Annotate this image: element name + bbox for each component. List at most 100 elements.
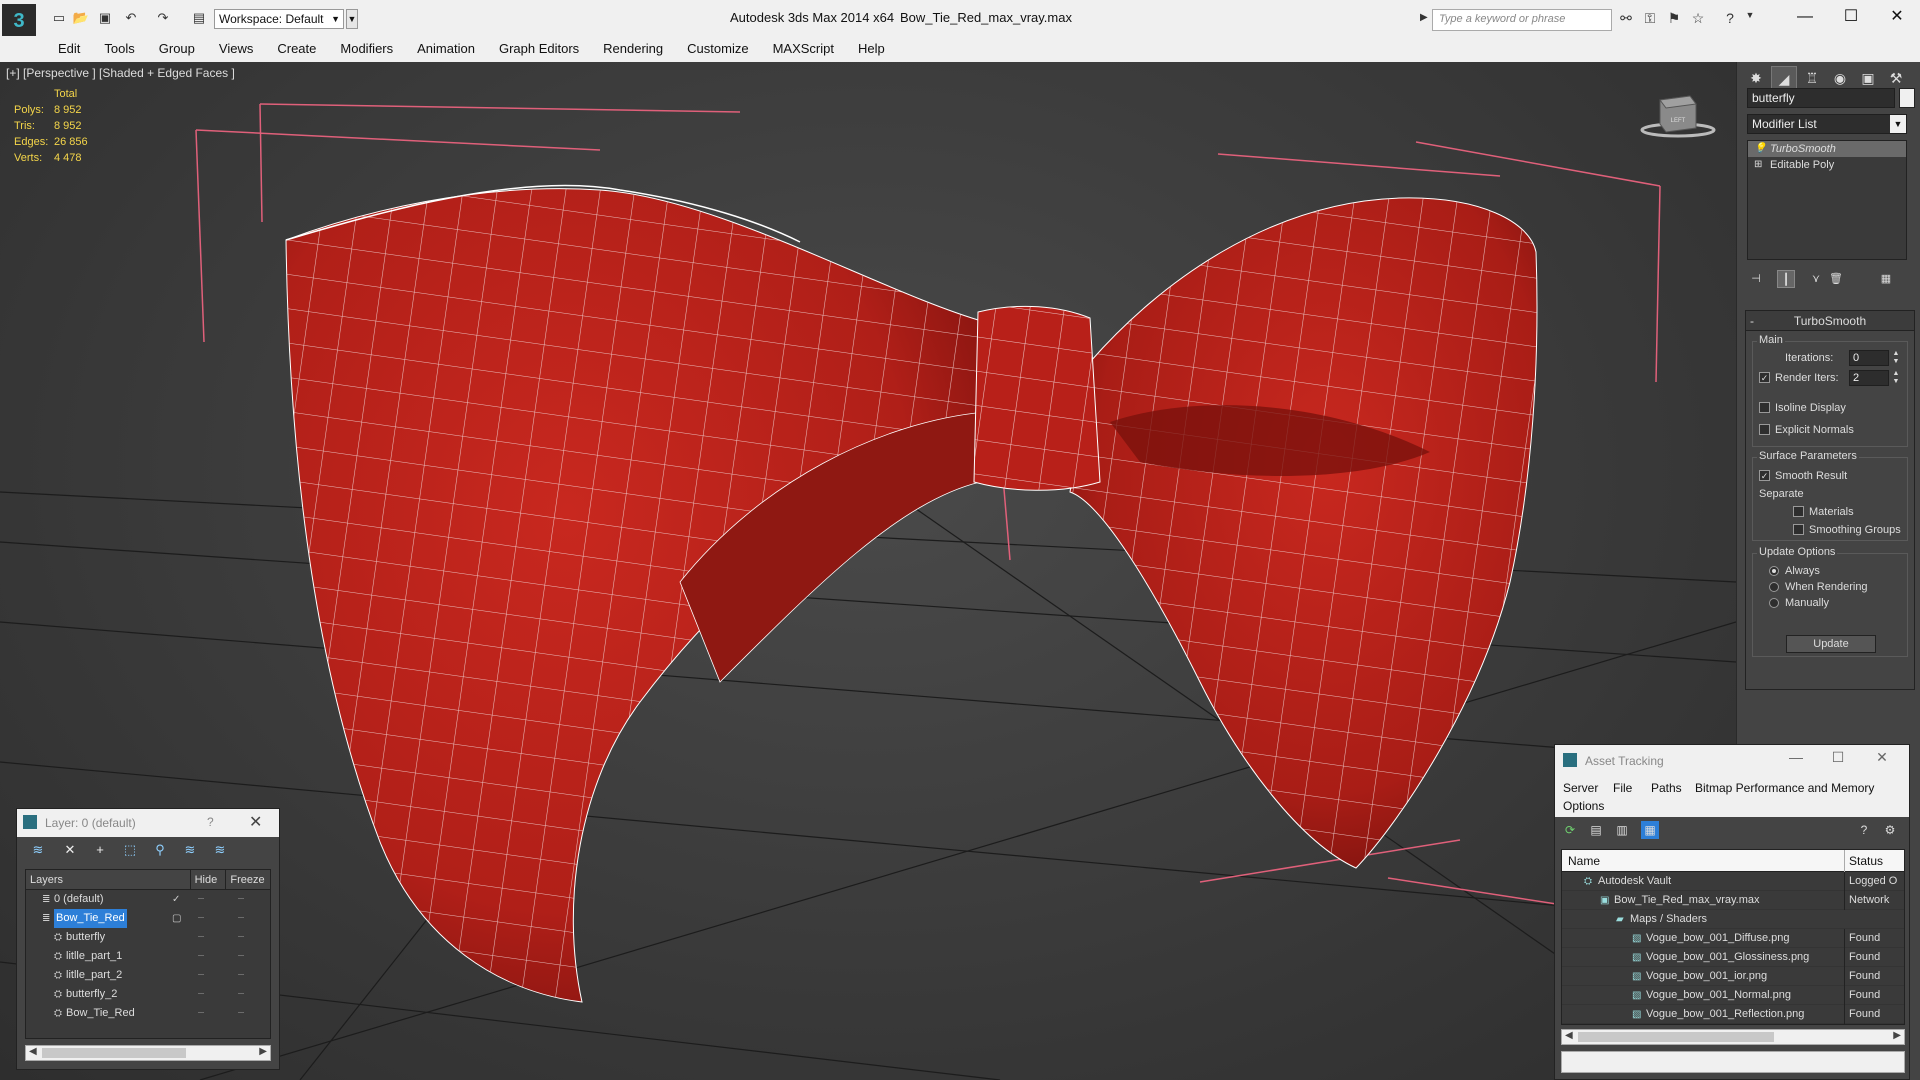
menu-item[interactable]: MAXScript: [761, 36, 846, 62]
settings-help-icon[interactable]: ⚙: [1881, 821, 1899, 839]
layer-row[interactable]: ⛭ butterfly ┄ ┄: [26, 928, 270, 947]
hide-all-icon[interactable]: ≋: [181, 841, 199, 859]
col-hide[interactable]: Hide: [191, 870, 227, 889]
horizontal-scrollbar[interactable]: ◀ ▶: [1561, 1029, 1905, 1045]
horizontal-scrollbar[interactable]: ◀ ▶: [25, 1045, 271, 1061]
remove-modifier-icon[interactable]: 🗑: [1827, 270, 1845, 288]
display-tab-icon[interactable]: ▣: [1855, 66, 1881, 90]
asset-row[interactable]: ▧ Vogue_bow_001_Glossiness.png Found: [1562, 948, 1904, 967]
current-layer-check-icon[interactable]: ✓: [172, 890, 180, 909]
list-view-icon[interactable]: ▤: [1587, 821, 1605, 839]
expand-plus-icon[interactable]: ⊞: [1754, 157, 1762, 173]
layer-row[interactable]: ⛭ Bow_Tie_Red ┄ ┄: [26, 1004, 270, 1023]
layer-row[interactable]: ⛭ litlle_part_2 ┄ ┄: [26, 966, 270, 985]
layer-name[interactable]: 0 (default): [54, 890, 104, 909]
freeze-toggle[interactable]: ┄: [238, 1004, 244, 1023]
menu-file[interactable]: File: [1613, 781, 1632, 795]
hide-toggle[interactable]: ┄: [198, 947, 204, 966]
layer-window-titlebar[interactable]: Layer: 0 (default) ? ✕: [17, 809, 279, 837]
smoothing-groups-checkbox[interactable]: [1793, 524, 1804, 535]
hierarchy-tab-icon[interactable]: ♖: [1799, 66, 1825, 90]
object-color-swatch[interactable]: [1899, 88, 1915, 108]
menu-item[interactable]: Animation: [405, 36, 487, 62]
help-icon[interactable]: ?: [1720, 10, 1740, 26]
menu-server[interactable]: Server: [1563, 781, 1598, 795]
menu-item[interactable]: Views: [207, 36, 265, 62]
layer-name[interactable]: butterfly: [66, 928, 105, 947]
viewcube-icon[interactable]: LEFT: [1640, 90, 1716, 140]
menu-item[interactable]: Rendering: [591, 36, 675, 62]
maximize-button[interactable]: ☐: [1828, 4, 1874, 30]
asset-row[interactable]: ▰ Maps / Shaders: [1562, 910, 1904, 929]
menu-item[interactable]: Create: [265, 36, 328, 62]
create-layer-icon[interactable]: ≋: [29, 841, 47, 859]
col-layers[interactable]: Layers: [26, 870, 191, 889]
layer-row[interactable]: ⛭ litlle_part_1 ┄ ┄: [26, 947, 270, 966]
select-objects-icon[interactable]: ⬚: [121, 841, 139, 859]
menu-item[interactable]: Help: [846, 36, 897, 62]
materials-checkbox[interactable]: [1793, 506, 1804, 517]
freeze-toggle[interactable]: ┄: [238, 985, 244, 1004]
hide-toggle[interactable]: ┄: [198, 928, 204, 947]
modifier-stack[interactable]: 💡 TurboSmooth ⊞ Editable Poly: [1747, 140, 1907, 260]
close-icon[interactable]: ✕: [249, 812, 262, 832]
scroll-left-icon[interactable]: ◀: [1565, 1030, 1573, 1041]
key-icon[interactable]: ⚿: [1640, 10, 1660, 27]
col-name[interactable]: Name: [1568, 850, 1600, 872]
hide-toggle[interactable]: ┄: [198, 1004, 204, 1023]
set-current-icon[interactable]: ▢: [172, 909, 181, 928]
menu-item[interactable]: Group: [147, 36, 207, 62]
star-icon[interactable]: ☆: [1688, 10, 1708, 27]
scroll-left-icon[interactable]: ◀: [29, 1046, 37, 1057]
layer-row[interactable]: ⛭ butterfly_2 ┄ ┄: [26, 985, 270, 1004]
render-iters-spinner[interactable]: 2: [1849, 370, 1889, 386]
layer-name[interactable]: butterfly_2: [66, 985, 117, 1004]
redo-icon[interactable]: ↷: [154, 10, 172, 26]
hide-toggle[interactable]: ┄: [198, 890, 204, 909]
freeze-toggle[interactable]: ┄: [238, 890, 244, 909]
tree-view-icon[interactable]: ▥: [1613, 821, 1631, 839]
scroll-right-icon[interactable]: ▶: [1893, 1030, 1901, 1041]
refresh-icon[interactable]: ⟳: [1561, 821, 1579, 839]
object-name-field[interactable]: butterfly: [1747, 88, 1895, 108]
freeze-toggle[interactable]: ┄: [238, 928, 244, 947]
render-iters-checkbox[interactable]: ✓: [1759, 372, 1770, 383]
menu-paths[interactable]: Paths: [1651, 781, 1682, 795]
asset-row[interactable]: ▧ Vogue_bow_001_ior.png Found: [1562, 967, 1904, 986]
help-icon[interactable]: ?: [1855, 821, 1873, 839]
when-rendering-radio[interactable]: [1769, 582, 1779, 592]
asset-row[interactable]: ▣ Bow_Tie_Red_max_vray.max Network: [1562, 891, 1904, 910]
modify-tab-icon[interactable]: ◢: [1771, 66, 1797, 90]
stack-item-turbosmooth[interactable]: 💡 TurboSmooth: [1748, 141, 1906, 157]
hide-toggle[interactable]: ┄: [198, 966, 204, 985]
layer-name[interactable]: Bow_Tie_Red: [54, 909, 127, 928]
menu-item[interactable]: Edit: [46, 36, 92, 62]
asset-row[interactable]: ▧ Vogue_bow_001_Diffuse.png Found: [1562, 929, 1904, 948]
highlight-layer-icon[interactable]: ⚲: [151, 841, 169, 859]
delete-layer-icon[interactable]: ✕: [61, 841, 79, 859]
asset-row[interactable]: ▧ Vogue_bow_001_Normal.png Found: [1562, 986, 1904, 1005]
new-file-icon[interactable]: ▭: [50, 10, 68, 26]
favorites-icon[interactable]: ⚑: [1664, 10, 1684, 27]
menu-item[interactable]: Tools: [92, 36, 146, 62]
freeze-all-icon[interactable]: ≋: [211, 841, 229, 859]
search-input[interactable]: Type a keyword or phrase: [1432, 9, 1612, 31]
always-radio[interactable]: [1769, 566, 1779, 576]
col-status[interactable]: Status: [1844, 850, 1904, 872]
update-button[interactable]: Update: [1786, 635, 1876, 653]
project-folder-icon[interactable]: ▤: [190, 10, 208, 26]
hide-toggle[interactable]: ┄: [198, 909, 204, 928]
pin-stack-icon[interactable]: ⊣: [1747, 270, 1765, 288]
smooth-result-checkbox[interactable]: ✓: [1759, 470, 1770, 481]
col-freeze[interactable]: Freeze: [226, 870, 270, 889]
layer-name[interactable]: litlle_part_1: [66, 947, 122, 966]
workspace-expander[interactable]: ▼: [346, 9, 358, 29]
binoculars-icon[interactable]: ⚯: [1616, 10, 1636, 27]
layer-name[interactable]: Bow_Tie_Red: [66, 1004, 135, 1023]
modifier-list-select[interactable]: Modifier List ▼: [1747, 114, 1907, 134]
close-button[interactable]: ✕: [1874, 4, 1920, 30]
utilities-tab-icon[interactable]: ⚒: [1883, 66, 1909, 90]
scroll-right-icon[interactable]: ▶: [259, 1046, 267, 1057]
viewport-label[interactable]: [+] [Perspective ] [Shaded + Edged Faces…: [6, 66, 235, 80]
lightbulb-icon[interactable]: 💡: [1754, 141, 1766, 157]
